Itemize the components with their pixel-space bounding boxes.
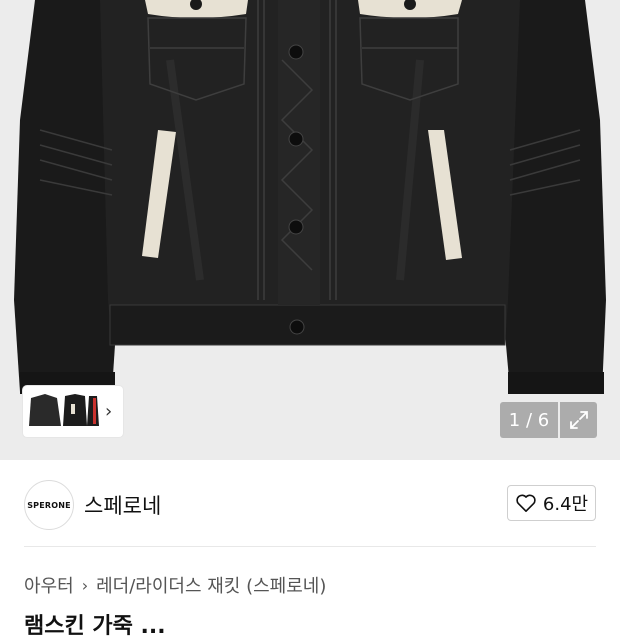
brand-logo-text: SPERONE [27,500,71,510]
brand-name[interactable]: 스페로네 [84,490,161,520]
breadcrumb-item-leather-jacket[interactable]: 레더/라이더스 재킷 (스페로네) [96,572,326,598]
expand-button[interactable] [560,402,597,438]
product-image-gallery[interactable]: › 1 / 6 [0,0,620,460]
heart-icon [516,494,536,512]
image-counter: 1 / 6 [500,402,558,438]
chevron-right-icon[interactable]: › [105,402,112,421]
like-button[interactable]: 6.4만 [507,485,596,521]
product-title: 램스킨 가죽 ... [24,614,166,639]
like-count: 6.4만 [542,494,589,515]
chevron-right-icon: › [81,575,89,595]
breadcrumb: 아우터 › 레더/라이더스 재킷 (스페로네) [24,572,326,598]
expand-icon [569,411,588,429]
breadcrumb-item-outer[interactable]: 아우터 [24,572,74,598]
brand-logo[interactable]: SPERONE [24,480,74,530]
divider [24,546,596,547]
brand-row: SPERONE 스페로네 6.4만 [0,460,620,548]
thumbnail-images[interactable] [27,390,101,434]
thumbnail-strip[interactable]: › [23,386,123,437]
